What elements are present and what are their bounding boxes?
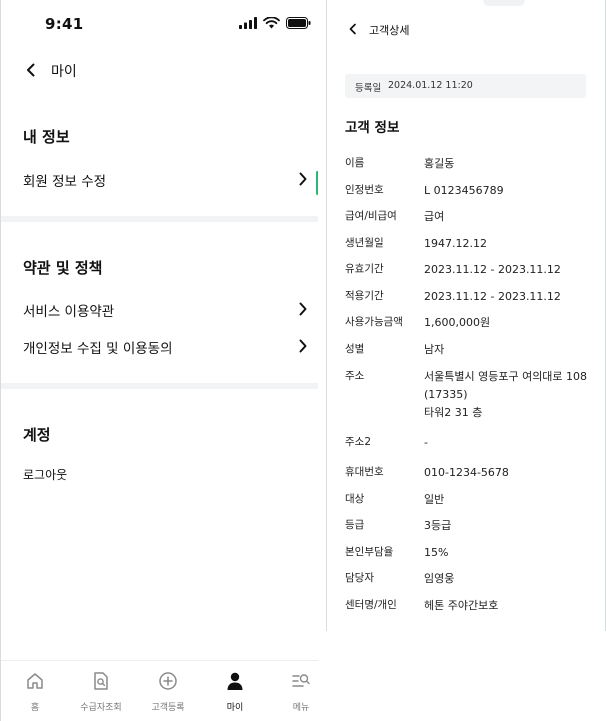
info-value: 홍길동 xyxy=(424,157,455,170)
chevron-right-icon xyxy=(299,339,307,353)
scroll-indicator xyxy=(316,171,318,195)
tab-label: 고객등록 xyxy=(151,703,185,713)
battery-icon xyxy=(286,17,311,29)
menu-item-label: 개인정보 수집 및 이용동의 xyxy=(23,341,173,357)
info-label: 인정번호 xyxy=(345,184,384,196)
info-value-address-line: 서울특별시 영등포구 여의대로 108 xyxy=(424,370,588,383)
info-label: 대상 xyxy=(345,493,365,505)
info-label: 담당자 xyxy=(345,572,374,584)
chevron-right-icon xyxy=(299,302,307,316)
info-label: 급여/비급여 xyxy=(345,210,397,222)
registration-date-box: 등록일 2024.01.12 11:20 xyxy=(345,74,586,98)
info-label: 센터명/개인 xyxy=(345,599,397,611)
status-bar: 9:41 xyxy=(1,0,318,48)
info-value: 일반 xyxy=(424,493,445,506)
page-title: 마이 xyxy=(51,64,77,80)
info-value-address-line: (17335) xyxy=(424,388,468,401)
info-label: 사용가능금액 xyxy=(345,316,403,328)
section-title-my-info: 내 정보 xyxy=(23,128,70,146)
add-circle-icon xyxy=(159,672,177,690)
menu-item-label: 회원 정보 수정 xyxy=(23,174,107,190)
info-label: 주소 xyxy=(345,370,365,382)
my-page-screen: 9:41 마이 내 정보 회원 정보 수정 약관 및 정책 서비스 이용약관 개… xyxy=(0,0,318,721)
chevron-right-icon xyxy=(299,172,307,186)
info-label: 등급 xyxy=(345,519,365,531)
info-label: 휴대번호 xyxy=(345,466,384,478)
info-value: 1,600,000원 xyxy=(424,316,491,329)
status-icons xyxy=(239,17,311,31)
page-header: 마이 xyxy=(1,56,318,84)
info-value: 남자 xyxy=(424,343,445,356)
tab-home[interactable]: 홈 xyxy=(5,667,65,715)
tab-label: 수급자조회 xyxy=(80,703,122,713)
tab-customer-register[interactable]: 고객등록 xyxy=(138,667,198,715)
info-value-address-line: 타워2 31 층 xyxy=(424,406,483,419)
info-label: 성별 xyxy=(345,343,365,355)
menu-item-privacy-consent[interactable]: 개인정보 수집 및 이용동의 xyxy=(1,333,318,359)
page-header: 고객상세 xyxy=(327,18,605,40)
tab-menu[interactable]: 메뉴 xyxy=(271,667,318,715)
logout-button[interactable]: 로그아웃 xyxy=(1,462,318,486)
chevron-left-icon[interactable] xyxy=(21,60,41,80)
customer-detail-screen: 고객상세 등록일 2024.01.12 11:20 고객 정보 이름 홍길동 인… xyxy=(326,0,606,631)
logout-label: 로그아웃 xyxy=(23,468,68,482)
menu-item-terms-of-service[interactable]: 서비스 이용약관 xyxy=(1,296,318,322)
info-label: 이름 xyxy=(345,157,365,169)
chevron-left-icon[interactable] xyxy=(345,21,361,37)
menu-item-edit-profile[interactable]: 회원 정보 수정 xyxy=(1,166,318,192)
home-icon xyxy=(27,673,43,689)
info-label: 적용기간 xyxy=(345,290,384,302)
info-value: L 0123456789 xyxy=(424,184,504,197)
page-title: 고객상세 xyxy=(369,24,410,37)
registration-label: 등록일 xyxy=(355,83,382,94)
info-value: 2023.11.12 - 2023.11.12 xyxy=(424,263,561,276)
info-label: 본인부담율 xyxy=(345,546,394,558)
notch xyxy=(483,0,525,6)
info-value: 2023.11.12 - 2023.11.12 xyxy=(424,290,561,303)
registration-value: 2024.01.12 11:20 xyxy=(388,80,473,91)
section-title-terms: 약관 및 정책 xyxy=(23,259,103,277)
info-value: 1947.12.12 xyxy=(424,237,487,250)
tab-my[interactable]: 마이 xyxy=(205,667,265,715)
user-icon xyxy=(227,672,243,690)
bottom-nav: 홈 수급자조회 고객등록 마이 메뉴 xyxy=(1,660,318,721)
info-value: 급여 xyxy=(424,210,445,223)
info-label: 생년월일 xyxy=(345,237,384,249)
section-divider xyxy=(1,383,318,389)
menu-item-label: 서비스 이용약관 xyxy=(23,304,115,320)
tab-label: 메뉴 xyxy=(292,703,310,713)
info-label: 주소2 xyxy=(345,436,372,448)
info-value: - xyxy=(424,436,428,449)
menu-search-icon xyxy=(292,674,310,687)
info-value: 010-1234-5678 xyxy=(424,466,509,479)
info-value: 15% xyxy=(424,546,449,559)
section-divider xyxy=(1,216,318,222)
section-title-customer-info: 고객 정보 xyxy=(345,120,400,136)
info-value: 3등급 xyxy=(424,519,452,532)
info-label: 유효기간 xyxy=(345,263,384,275)
section-title-account: 계정 xyxy=(23,426,51,444)
tab-label: 홈 xyxy=(30,703,40,713)
tab-recipient-search[interactable]: 수급자조회 xyxy=(71,667,131,715)
status-time: 9:41 xyxy=(45,15,84,33)
tab-label: 마이 xyxy=(226,703,244,713)
signal-icon xyxy=(239,17,257,29)
info-value: 임영웅 xyxy=(424,572,455,585)
document-search-icon xyxy=(94,672,108,690)
info-value: 헤톤 주야간보호 xyxy=(424,599,499,612)
wifi-icon xyxy=(263,17,280,29)
